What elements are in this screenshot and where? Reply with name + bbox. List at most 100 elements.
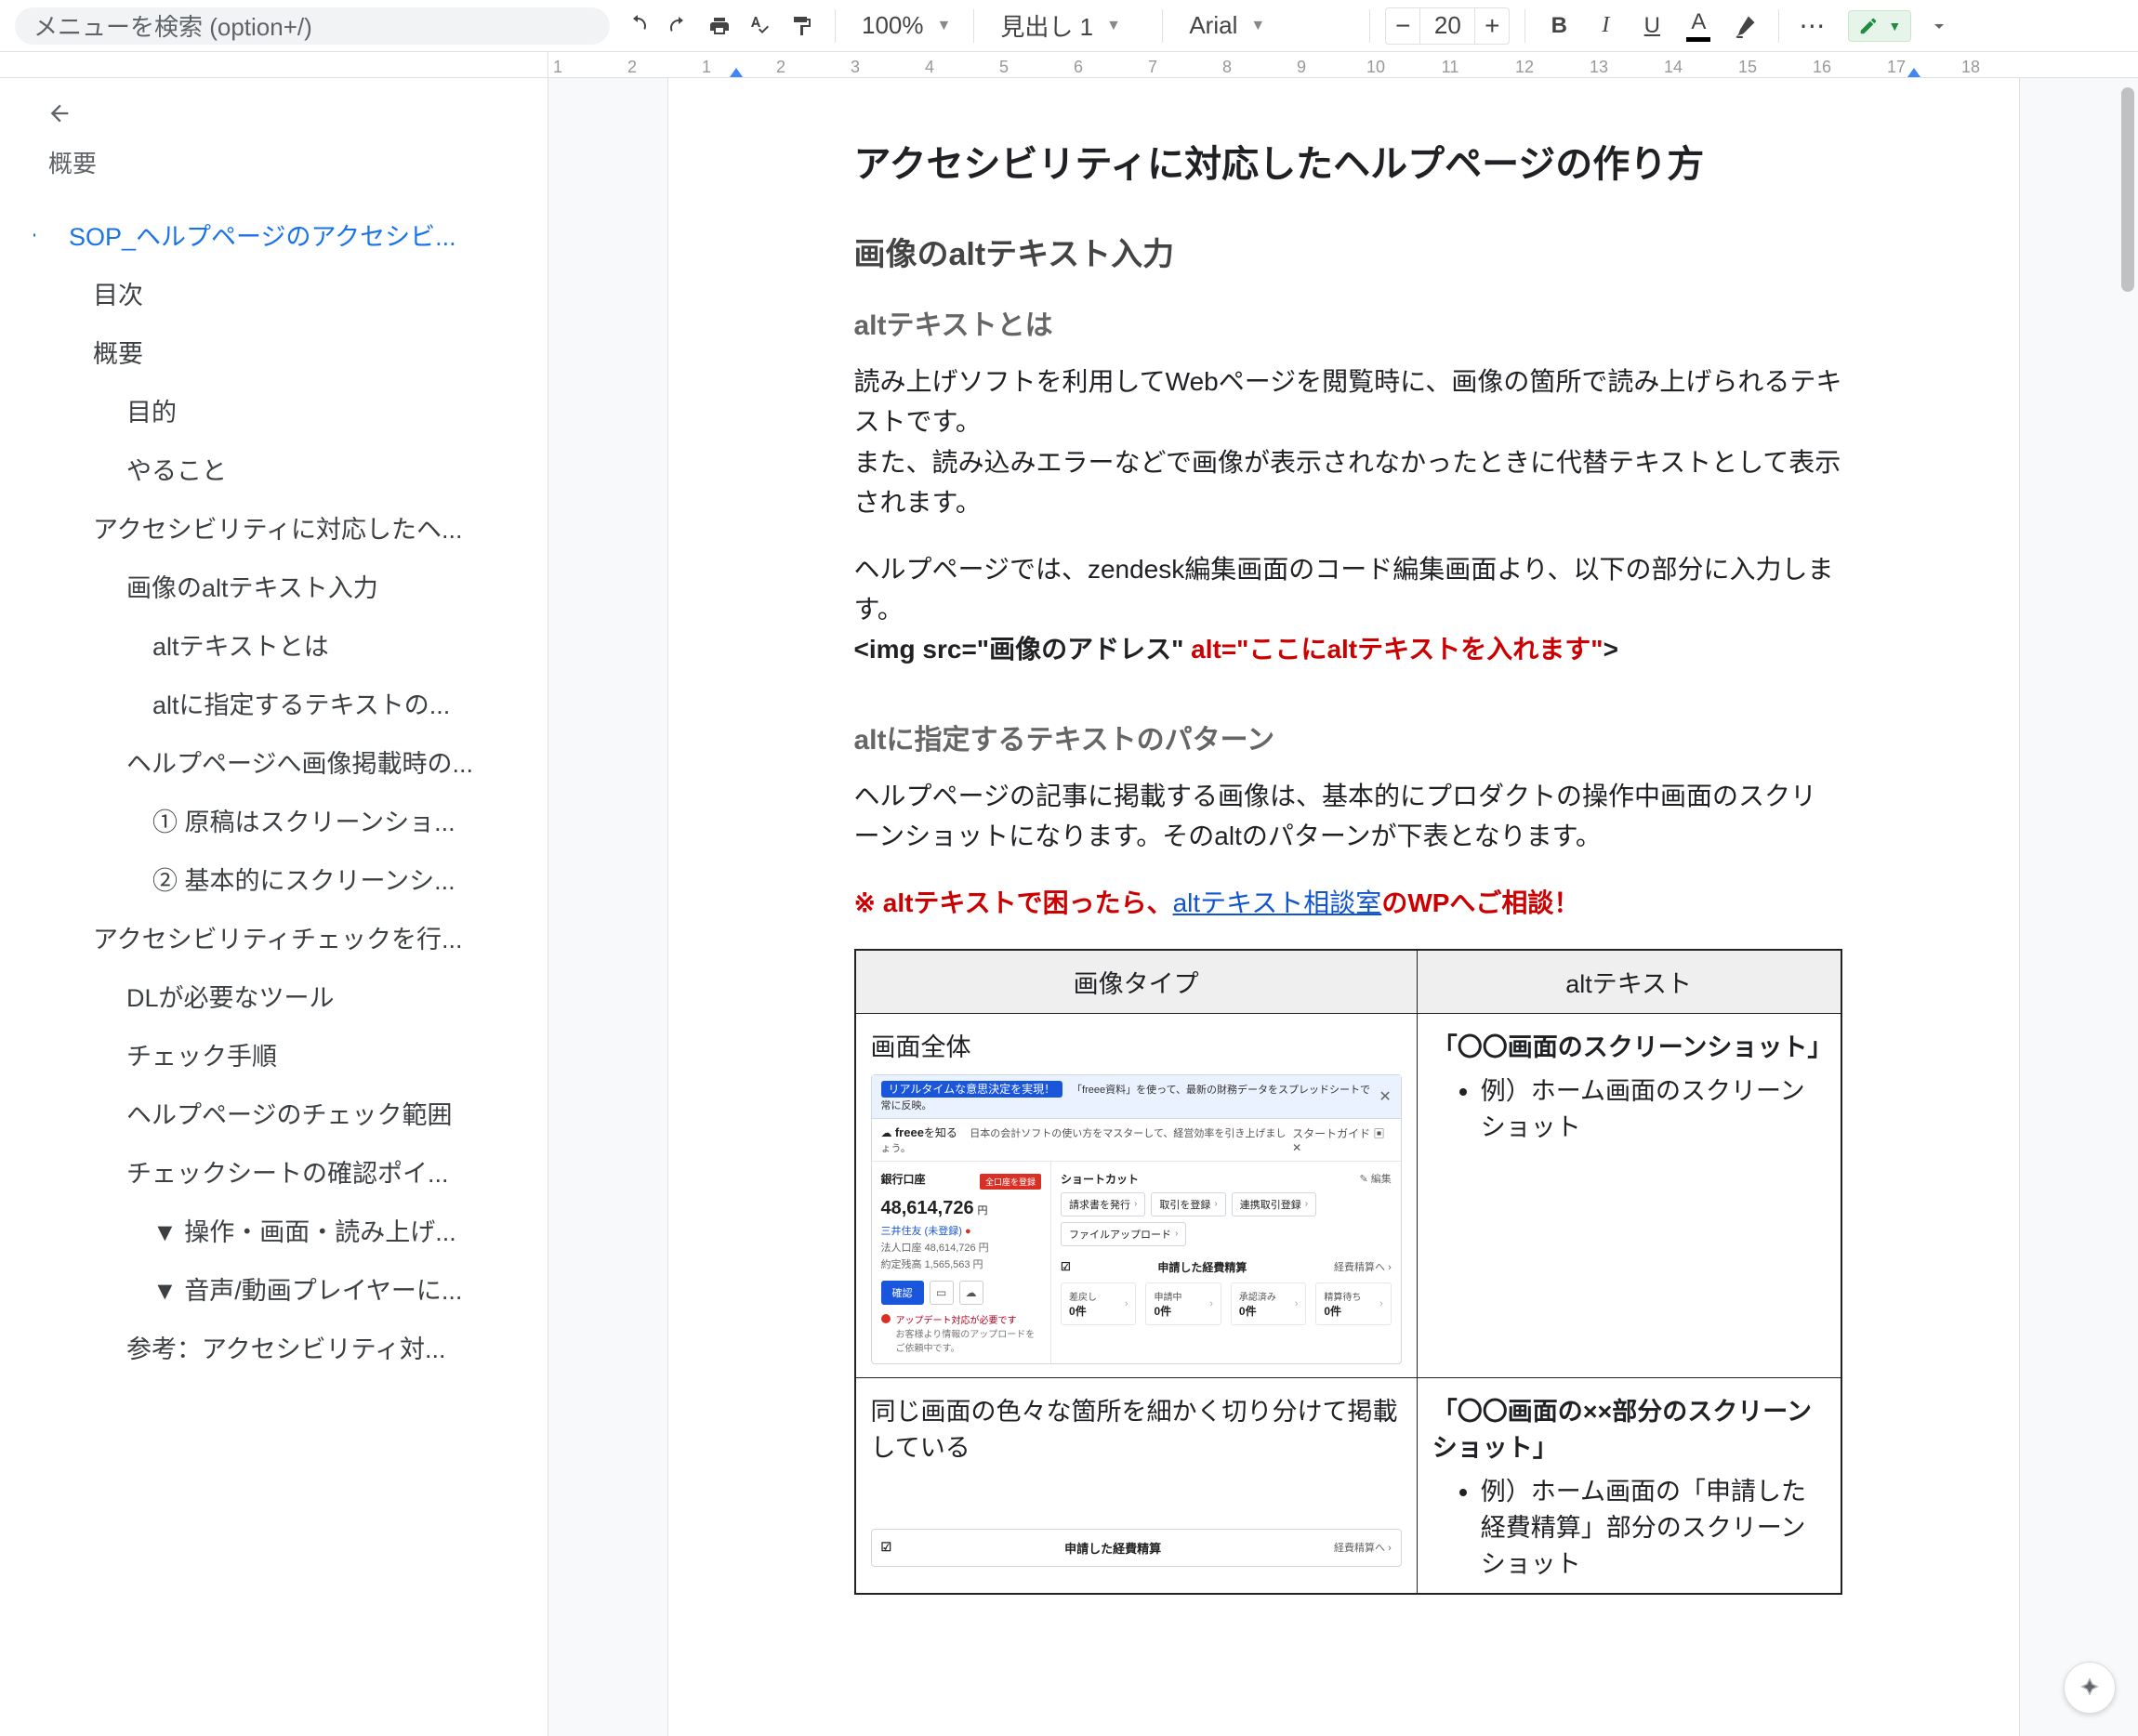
bold-button[interactable]: B [1540,7,1577,45]
outline-item[interactable]: 参考：アクセシビリティ対... [33,1318,529,1376]
outline-back-button[interactable] [41,95,78,132]
outline-item[interactable]: altに指定するテキストの... [33,674,529,732]
cell-head: 「〇〇画面の××部分のスクリーンショット」 [1432,1391,1826,1464]
mock-stat-k: 申請中 [1154,1289,1181,1303]
mock-startguide: スタートガイド [1292,1127,1370,1140]
ruler-num: 2 [744,58,818,77]
outline-item[interactable]: チェックシートの確認ポイ... [33,1142,529,1201]
table-cell-image-type: 同じ画面の色々な箇所を細かく切り分けて掲載している ☑ 申請した経費精算経費精算… [855,1377,1418,1594]
paint-format-button[interactable] [783,7,820,45]
mock-chip: 連携取引登録 [1240,1197,1301,1212]
outline-item[interactable]: ▼ 音声/動画プレイヤーに... [33,1259,529,1318]
mock-sec-btn: ☁ [959,1281,983,1305]
paragraph-style-select[interactable]: 見出し 1 ▼ [989,7,1147,45]
ruler-num: 4 [892,58,967,77]
highlight-color-button[interactable] [1726,7,1763,45]
editing-mode-dropdown[interactable]: ▼ [1848,10,1911,42]
mock-yen: 円 [978,1205,988,1217]
explore-diamond-icon [2078,1676,2102,1700]
table-cell-image-type: 画面全体 リアルタイムな意思決定を実現！ 「freee資料」を使って、最新の財務… [855,1013,1418,1377]
mock-sec2-link: 経費精算へ › [1334,1540,1392,1555]
document-page[interactable]: アクセシビリティに対応したヘルプページの作り方 画像のaltテキスト入力 alt… [667,78,2020,1736]
outline-item[interactable]: ② 基本的にスクリーンシ... [33,849,529,908]
mock-sec2-title: 申請した経費精算 [1157,1259,1247,1275]
mock-sec-btn: ▭ [930,1281,954,1305]
paragraph: ヘルプページの記事に掲載する画像は、基本的にプロダクトの操作中画面のスクリーンシ… [854,776,1842,857]
mock-logo-cloud-icon: ☁ [881,1126,895,1139]
document-scroll-area[interactable]: アクセシビリティに対応したヘルプページの作り方 画像のaltテキスト入力 alt… [548,78,2138,1736]
mock-sec2-link: 経費精算へ › [1334,1259,1392,1274]
ruler-num: 18 [1933,58,2008,77]
left-indent-marker[interactable] [730,68,743,77]
print-button[interactable] [701,7,738,45]
chevron-down-icon: ▼ [1106,18,1121,34]
undo-icon [627,15,649,37]
font-value: Arial [1189,11,1237,40]
color-bar [1686,37,1710,42]
alt-consult-link[interactable]: altテキスト相談室 [1173,888,1382,917]
ruler-num: 13 [1562,58,1636,77]
mock-stat-k: 承認済み [1239,1289,1276,1303]
text: ヘルプページでは、zendesk編集画面のコード編集画面より、以下の部分に入力し… [854,555,1834,624]
mock-confirm-btn: 確認 [881,1281,924,1305]
outline-item[interactable]: ① 原稿はスクリーンショ... [33,791,529,849]
mock-stat-v: 0件 [1154,1303,1181,1319]
ruler-num: 14 [1636,58,1710,77]
text-color-icon: A [1686,9,1710,42]
outline-item[interactable]: アクセシビリティチェックを行... [33,908,529,967]
collapse-toolbar-button[interactable] [1920,7,1958,45]
font-size-value[interactable]: 20 [1419,8,1475,44]
outline-item[interactable]: 概要 [33,322,529,381]
ruler-numbers: 1 2 1 2 3 4 5 6 7 8 9 10 11 12 13 14 15 … [548,58,2138,77]
spellcheck-button[interactable] [742,7,779,45]
outline-item[interactable]: ヘルプページへ画像掲載時の... [33,732,529,791]
explore-button[interactable] [2064,1662,2116,1714]
outline-item[interactable]: DLが必要なツール [33,967,529,1025]
undo-button[interactable] [619,7,656,45]
table-row: 同じ画面の色々な箇所を細かく切り分けて掲載している ☑ 申請した経費精算経費精算… [855,1377,1841,1594]
underline-button[interactable]: U [1633,7,1670,45]
increase-font-size-button[interactable]: + [1475,8,1509,44]
redo-button[interactable] [660,7,697,45]
outline-item[interactable]: 画像のaltテキスト入力 [33,557,529,615]
outline-item[interactable]: アクセシビリティに対応したヘ... [33,498,529,557]
mock-left-label: 銀行口座 [881,1171,926,1187]
outline-item[interactable]: 目次 [33,264,529,322]
right-indent-marker[interactable] [1907,68,1920,77]
outline-item-active[interactable]: SOP_ヘルプページのアクセシビ... [33,205,529,264]
decrease-font-size-button[interactable]: − [1386,8,1419,44]
menu-search-input[interactable]: メニューを検索 (option+/) [15,7,610,45]
underline-icon: U [1644,13,1660,39]
chevron-down-icon: ▼ [1888,19,1901,33]
font-family-select[interactable]: Arial ▼ [1178,7,1354,45]
vertical-scrollbar[interactable] [2121,87,2134,292]
pencil-icon [1858,16,1879,36]
mock-sub2a: 法人口座 [881,1243,922,1254]
paint-roller-icon [790,15,812,37]
mock-logo: freee [895,1125,924,1139]
mock-sub1: 三井住友 (未登録) [881,1226,962,1237]
mock-badge: リアルタイムな意思決定を実現！ [881,1081,1063,1098]
mock-warn-body: お客様より情報のアップロードをご依頼中です。 [896,1326,1042,1354]
outline-item[interactable]: 目的 [33,381,529,440]
mock-logo-suffix: を知る [924,1126,957,1139]
more-toolbar-button[interactable]: ⋯ [1794,7,1831,45]
outline-item[interactable]: ヘルプページのチェック範囲 [33,1084,529,1142]
horizontal-ruler[interactable]: 1 2 1 2 3 4 5 6 7 8 9 10 11 12 13 14 15 … [548,52,2138,77]
zoom-select[interactable]: 100% ▼ [851,7,958,45]
text-color-button[interactable]: A [1680,7,1717,45]
ruler-num: 12 [1487,58,1562,77]
ruler-num: 6 [1041,58,1115,77]
mock-sec2-title: 申請した経費精算 [1064,1539,1161,1557]
outline-item[interactable]: altテキストとは [33,615,529,674]
mock-sub2a-val: 48,614,726 円 [925,1243,989,1254]
separator [1524,9,1525,43]
ruler-num: 7 [1115,58,1190,77]
outline-item[interactable]: チェック手順 [33,1025,529,1084]
italic-button[interactable]: I [1587,7,1624,45]
outline-item[interactable]: ▼ 操作・画面・読み上げ... [33,1201,529,1259]
outline-panel: 概要 SOP_ヘルプページのアクセシビ... 目次 概要 目的 やること アクセ… [0,78,548,1736]
outline-item[interactable]: やること [33,440,529,498]
main-area: 概要 SOP_ヘルプページのアクセシビ... 目次 概要 目的 やること アクセ… [0,78,2138,1736]
paragraph: ヘルプページでは、zendesk編集画面のコード編集画面より、以下の部分に入力し… [854,549,1842,670]
